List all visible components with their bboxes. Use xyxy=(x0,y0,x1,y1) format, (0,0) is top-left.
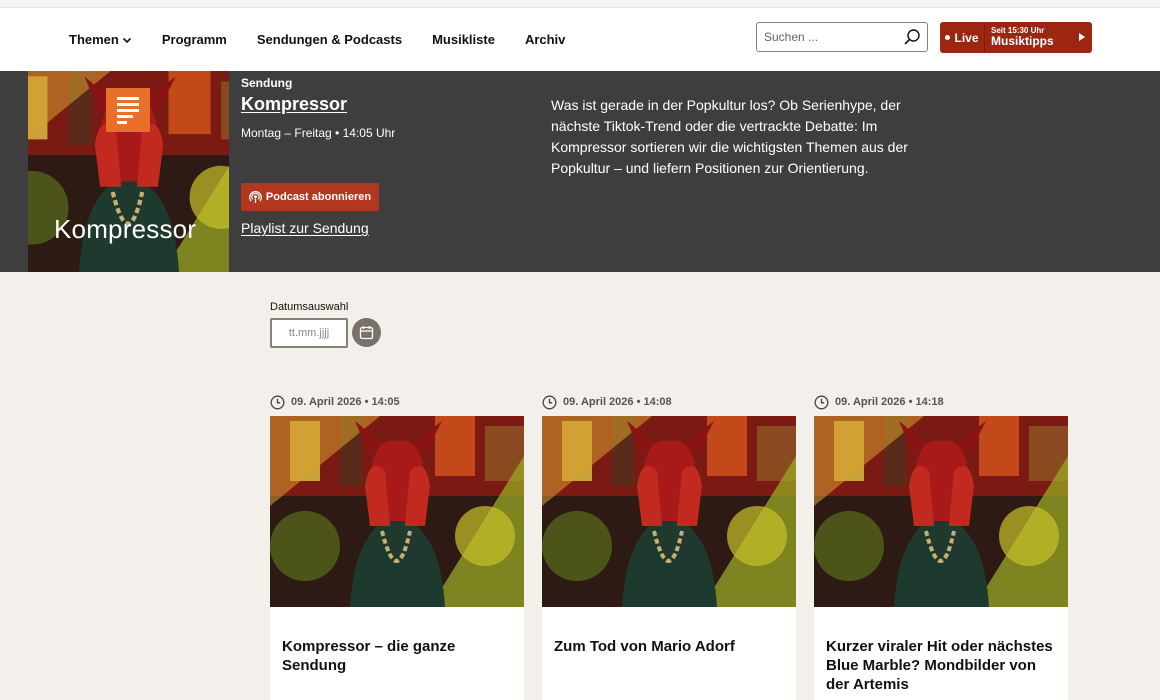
live-dot-icon xyxy=(945,35,951,40)
episode-photo xyxy=(814,416,1068,607)
episode-body: Kurzer viraler Hit oder nächstes Blue Ma… xyxy=(814,607,1068,700)
nav-item-sendungen-podcasts[interactable]: Sendungen & Podcasts xyxy=(257,32,402,47)
episode-date: 09. April 2026 • 14:18 xyxy=(835,396,944,408)
nav-item-label: Musikliste xyxy=(432,32,495,47)
nav-item-programm[interactable]: Programm xyxy=(162,32,227,47)
date-input[interactable] xyxy=(270,318,348,348)
live-program: Musiktipps xyxy=(991,34,1054,49)
episode-meta: 09. April 2026 • 14:05 xyxy=(270,394,400,410)
episode-title[interactable]: Zum Tod von Mario Adorf xyxy=(554,637,784,656)
show-title[interactable]: Kompressor xyxy=(241,94,347,115)
nav-item-label: Themen xyxy=(69,32,119,47)
podcast-button-label: Podcast abonnieren xyxy=(265,191,372,203)
cover-title: Kompressor xyxy=(54,214,197,244)
episode-card: 09. April 2026 • 14:18 Kurzer viraler Hi… xyxy=(814,394,1068,700)
top-strip xyxy=(0,0,1160,8)
nav-item-label: Archiv xyxy=(524,32,566,47)
episode-image[interactable] xyxy=(270,416,524,607)
clock-icon xyxy=(542,395,557,409)
playlist-link[interactable]: Playlist zur Sendung xyxy=(241,220,369,236)
live-indicator: Live xyxy=(940,22,985,53)
episode-meta: 09. April 2026 • 14:18 xyxy=(814,394,944,410)
main-nav: Themen Programm Sendungen & Podcasts Mus… xyxy=(69,8,595,71)
episode-title[interactable]: Kompressor – die ganze Sendung xyxy=(282,637,512,675)
nav-item-musikliste[interactable]: Musikliste xyxy=(432,32,495,47)
show-kicker: Sendung xyxy=(241,76,293,90)
search-input[interactable] xyxy=(757,23,897,51)
episode-photo xyxy=(542,416,796,607)
episode-date: 09. April 2026 • 14:08 xyxy=(563,396,672,408)
episode-image[interactable] xyxy=(814,416,1068,607)
live-button[interactable]: Live Seit 15:30 Uhr Musiktipps xyxy=(940,22,1092,53)
chevron-down-icon xyxy=(122,37,131,44)
episode-meta: 09. April 2026 • 14:08 xyxy=(542,394,672,410)
episode-body: Kompressor – die ganze Sendung xyxy=(270,607,524,700)
show-hero: Kompressor Sendung Kompressor Montag – F… xyxy=(0,71,1160,272)
episode-date: 09. April 2026 • 14:05 xyxy=(291,396,400,408)
search-icon[interactable] xyxy=(903,28,921,46)
nav-item-archiv[interactable]: Archiv xyxy=(525,32,565,47)
show-description: Was ist gerade in der Popkultur los? Ob … xyxy=(551,97,908,176)
episode-card: 09. April 2026 • 14:08 Zum Tod von Mario… xyxy=(542,394,796,700)
live-label: Live xyxy=(954,30,979,45)
episode-body: Zum Tod von Mario Adorf xyxy=(542,607,796,700)
site-header: Themen Programm Sendungen & Podcasts Mus… xyxy=(0,8,1160,71)
show-cover-image: Kompressor xyxy=(28,71,229,272)
play-icon xyxy=(1079,33,1085,41)
episode-image[interactable] xyxy=(542,416,796,607)
nav-item-label: Programm xyxy=(161,32,227,47)
podcast-subscribe-button[interactable]: Podcast abonnieren xyxy=(241,183,379,211)
search-box xyxy=(756,22,928,52)
live-info: Seit 15:30 Uhr Musiktipps xyxy=(985,26,1092,49)
calendar-icon xyxy=(359,326,374,340)
nav-item-label: Sendungen & Podcasts xyxy=(256,32,403,47)
show-schedule: Montag – Freitag • 14:05 Uhr xyxy=(241,126,396,140)
date-picker-label: Datumsauswahl xyxy=(270,301,349,313)
calendar-button[interactable] xyxy=(352,318,381,347)
podcast-icon xyxy=(248,190,262,203)
episode-title[interactable]: Kurzer viraler Hit oder nächstes Blue Ma… xyxy=(826,637,1056,694)
clock-icon xyxy=(814,395,829,409)
clock-icon xyxy=(270,395,285,409)
episode-card: 09. April 2026 • 14:05 Kompressor – die … xyxy=(270,394,524,700)
nav-item-themen[interactable]: Themen xyxy=(69,32,132,47)
episode-photo xyxy=(270,416,524,607)
station-logo-icon xyxy=(106,88,150,132)
